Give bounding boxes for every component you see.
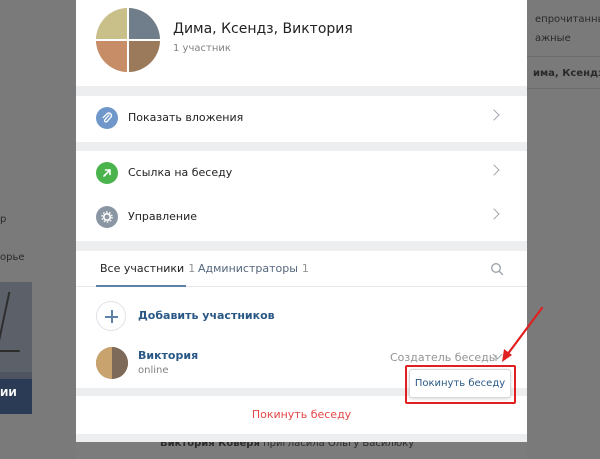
annotation-arrow-icon [502,306,544,362]
